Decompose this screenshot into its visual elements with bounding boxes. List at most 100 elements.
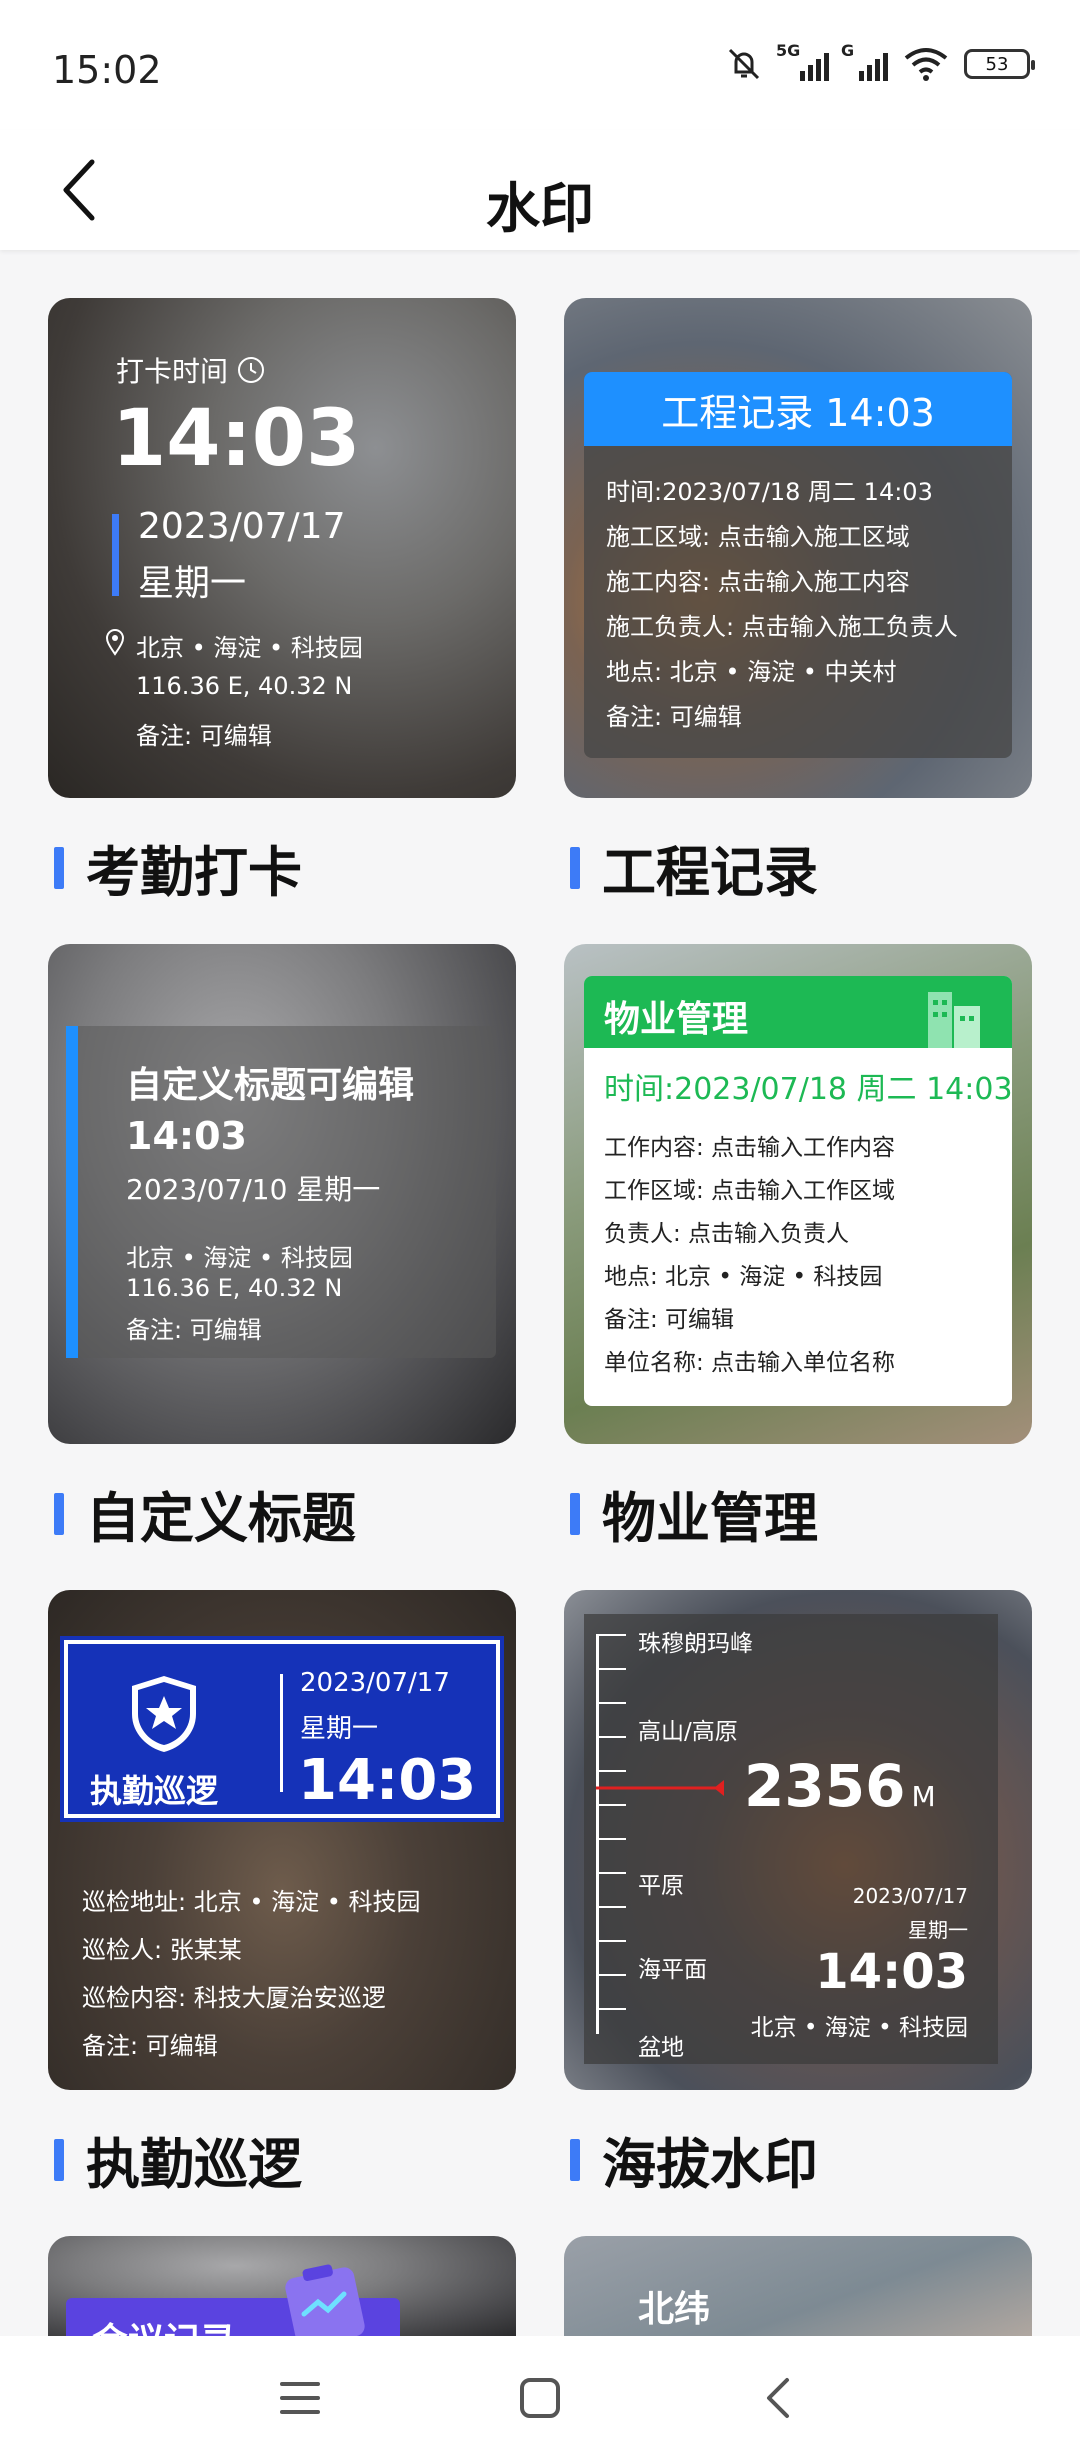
template-label-custom[interactable]: 自定义标题: [54, 1474, 356, 1553]
altitude-weekday: 星期一: [908, 1918, 968, 1942]
engineering-row: 备注: 可编辑: [606, 703, 742, 731]
altitude-level: 海平面: [638, 1957, 707, 1983]
attendance-wm-header: 打卡时间: [116, 350, 266, 390]
altitude-marker-icon: [596, 1780, 724, 1796]
home-square-icon: [520, 2378, 560, 2418]
menu-icon: [280, 2382, 320, 2414]
custom-date: 2023/07/10 星期一: [126, 1173, 381, 1206]
template-label-engineering[interactable]: 工程记录: [570, 828, 818, 907]
battery-indicator: 53: [964, 49, 1035, 79]
label-text: 执勤巡逻: [86, 2133, 302, 2196]
altitude-unit: M: [911, 1780, 936, 1813]
property-panel: 物业管理 时间:2023/07/18 周二 14:03 工作内容: 点击输入工作…: [584, 976, 1012, 1406]
divider: [280, 1674, 283, 1792]
ruler-ticks: [596, 1634, 626, 2034]
back-chevron-icon: [767, 2378, 789, 2418]
meeting-title: 会议记录: [92, 2312, 236, 2336]
nav-back-button[interactable]: [746, 2366, 810, 2430]
altitude-date: 2023/07/17: [852, 1884, 968, 1908]
attendance-location: 北京 • 海淀 • 科技园: [136, 634, 363, 662]
property-header: 物业管理: [584, 976, 1012, 1048]
property-row: 负责人: 点击输入负责人: [604, 1221, 850, 1247]
altitude-level: 珠穆朗玛峰: [638, 1631, 753, 1657]
label-text: 自定义标题: [86, 1487, 356, 1550]
label-accent-bar: [54, 2138, 64, 2181]
template-card-engineering[interactable]: 工程记录 14:03 时间:2023/07/18 周二 14:03 施工区域: …: [564, 298, 1032, 798]
custom-location: 北京 • 海淀 • 科技园: [126, 1244, 353, 1272]
template-card-latitude[interactable]: 北纬: [564, 2236, 1032, 2336]
clock-icon: [238, 357, 265, 383]
template-label-property[interactable]: 物业管理: [570, 1474, 818, 1553]
patrol-date: 2023/07/17: [300, 1668, 450, 1698]
altitude-panel: 珠穆朗玛峰 高山/高原 平原 海平面 盆地 2356 M 2023/07/17 …: [584, 1614, 998, 2064]
template-card-attendance[interactable]: 打卡时间 14:03 2023/07/17 星期一 北京 • 海淀 • 科技园 …: [48, 298, 516, 798]
altitude-level: 平原: [638, 1873, 684, 1899]
patrol-weekday: 星期一: [300, 1714, 379, 1744]
label-accent-bar: [54, 1492, 64, 1535]
altitude-location: 北京 • 海淀 • 科技园: [750, 2015, 968, 2041]
custom-coords: 116.36 E, 40.32 N: [126, 1274, 343, 1302]
building-icon: [928, 992, 980, 1048]
engineering-row: 施工区域: 点击输入施工区域: [606, 523, 910, 551]
property-row: 工作内容: 点击输入工作内容: [604, 1135, 896, 1161]
attendance-wm-title: 打卡时间: [116, 355, 229, 388]
attendance-note: 备注: 可编辑: [136, 722, 272, 750]
status-icons: 5G G 53: [724, 41, 1035, 84]
engineering-wm-title: 工程记录 14:03: [584, 372, 1012, 446]
attendance-date: 2023/07/17: [138, 506, 346, 547]
attendance-coords: 116.36 E, 40.32 N: [136, 672, 353, 700]
patrol-time: 14:03: [298, 1748, 477, 1813]
altitude-readout: 2356 M: [744, 1752, 936, 1820]
property-time: 时间:2023/07/18 周二 14:03: [604, 1072, 1012, 1107]
template-card-custom[interactable]: 自定义标题可编辑 14:03 2023/07/10 星期一 北京 • 海淀 • …: [48, 944, 516, 1444]
label-accent-bar: [570, 2138, 580, 2181]
altitude-value: 2356: [744, 1752, 906, 1820]
wifi-icon: [904, 48, 948, 81]
property-wm-title: 物业管理: [604, 999, 749, 1040]
mute-bell-icon: [728, 48, 760, 80]
template-card-meeting[interactable]: 会议记录: [48, 2236, 516, 2336]
label-accent-bar: [54, 846, 64, 889]
property-row: 地点: 北京 • 海淀 • 科技园: [604, 1264, 883, 1290]
signal-g-icon: G: [841, 41, 888, 81]
label-text: 物业管理: [602, 1487, 818, 1550]
label-accent-bar: [570, 1492, 580, 1535]
status-time: 15:02: [52, 48, 162, 92]
label-text: 考勤打卡: [86, 841, 302, 904]
label-text: 海拔水印: [602, 2133, 818, 2196]
altitude-level: 高山/高原: [638, 1719, 738, 1745]
attendance-time: 14:03: [112, 394, 361, 484]
engineering-panel: 工程记录 14:03 时间:2023/07/18 周二 14:03 施工区域: …: [584, 372, 1012, 758]
custom-wm-title: 自定义标题可编辑: [126, 1065, 415, 1106]
accent-bar: [66, 1026, 78, 1358]
patrol-row: 巡检内容: 科技大厦治安巡逻: [82, 1984, 386, 2012]
property-row: 单位名称: 点击输入单位名称: [604, 1350, 896, 1376]
signal-5g-icon: 5G: [776, 41, 829, 81]
home-button[interactable]: [508, 2366, 572, 2430]
patrol-row: 备注: 可编辑: [82, 2032, 218, 2060]
patrol-panel: 执勤巡逻 2023/07/17 星期一 14:03: [60, 1636, 504, 1822]
label-text: 工程记录: [602, 841, 818, 904]
template-label-attendance[interactable]: 考勤打卡: [54, 828, 302, 907]
police-shield-icon: [132, 1676, 196, 1752]
app-bar: 水印: [0, 130, 1080, 250]
altitude-time: 14:03: [815, 1944, 968, 2000]
patrol-row: 巡检人: 张某某: [82, 1936, 242, 1964]
patrol-row: 巡检地址: 北京 • 海淀 • 科技园: [82, 1888, 421, 1916]
engineering-row: 施工负责人: 点击输入施工负责人: [606, 613, 958, 641]
altitude-level: 盆地: [638, 2035, 684, 2061]
engineering-row: 施工内容: 点击输入施工内容: [606, 568, 910, 596]
custom-time: 14:03: [126, 1114, 247, 1158]
template-label-patrol[interactable]: 执勤巡逻: [54, 2120, 302, 2199]
engineering-row: 时间:2023/07/18 周二 14:03: [606, 478, 933, 506]
template-card-property[interactable]: 物业管理 时间:2023/07/18 周二 14:03 工作内容: 点击输入工作…: [564, 944, 1032, 1444]
template-label-altitude[interactable]: 海拔水印: [570, 2120, 818, 2199]
template-card-patrol[interactable]: 执勤巡逻 2023/07/17 星期一 14:03 巡检地址: 北京 • 海淀 …: [48, 1590, 516, 2090]
page-title: 水印: [486, 177, 594, 240]
accent-bar: [112, 514, 119, 596]
custom-note: 备注: 可编辑: [126, 1316, 262, 1344]
latitude-title: 北纬: [638, 2289, 711, 2330]
template-card-altitude[interactable]: 珠穆朗玛峰 高山/高原 平原 海平面 盆地 2356 M 2023/07/17 …: [564, 1590, 1032, 2090]
menu-button[interactable]: [268, 2366, 332, 2430]
status-bar: 15:02 5G G 53: [0, 0, 1080, 130]
